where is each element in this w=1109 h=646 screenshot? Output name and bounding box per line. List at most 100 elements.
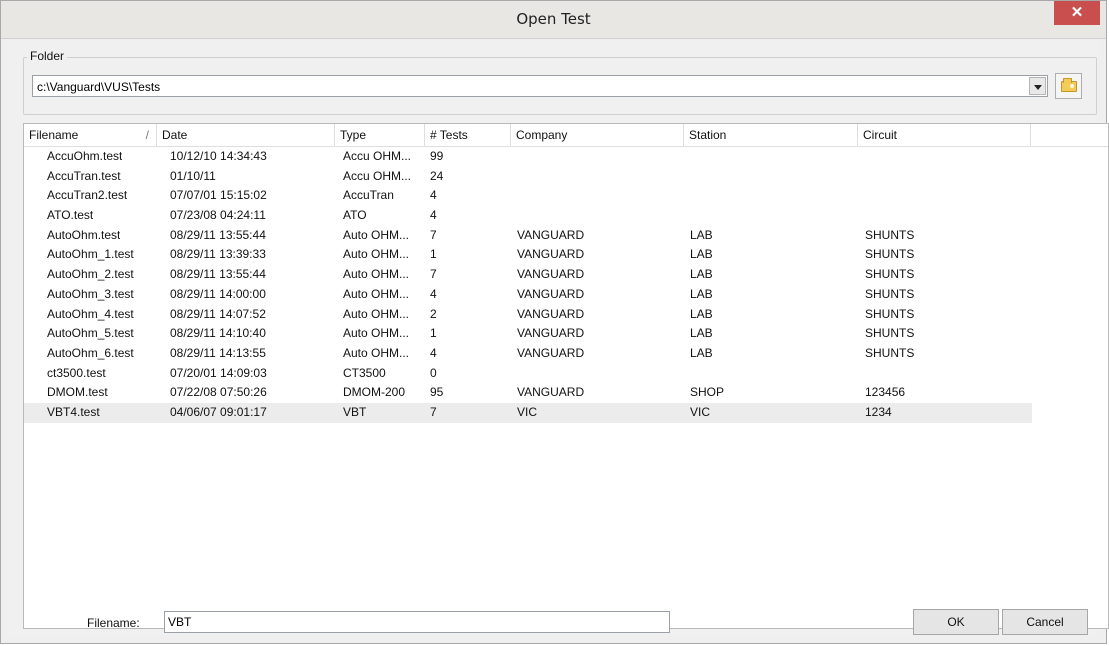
cell-date: 07/22/08 07:50:26: [170, 385, 267, 400]
cell-filename: AutoOhm_5.test: [47, 326, 134, 341]
cell-tests: 7: [430, 267, 437, 282]
cell-date: 08/29/11 13:55:44: [170, 267, 266, 282]
cell-date: 08/29/11 14:13:55: [170, 345, 266, 360]
window-title: Open Test: [516, 10, 591, 28]
cell-company: VIC: [517, 404, 538, 419]
cell-date: 07/20/01 14:09:03: [170, 365, 267, 380]
folder-path-combo[interactable]: c:\Vanguard\VUS\Tests: [32, 75, 1048, 97]
close-button[interactable]: ✕: [1054, 1, 1100, 25]
cell-filename: VBT4.test: [47, 404, 100, 419]
cell-circuit: SHUNTS: [865, 247, 915, 262]
cell-filename: AutoOhm_3.test: [47, 286, 134, 301]
cell-circuit: 1234: [865, 404, 892, 419]
cell-station: LAB: [690, 227, 713, 242]
cell-type: AccuTran: [343, 188, 394, 203]
column-header-filename[interactable]: Filename /: [24, 124, 157, 146]
cell-filename: AutoOhm.test: [47, 227, 121, 242]
browse-folder-button[interactable]: [1055, 73, 1082, 99]
column-header-company[interactable]: Company: [511, 124, 684, 146]
cell-type: Accu OHM...: [343, 168, 412, 183]
cell-filename: ATO.test: [47, 208, 94, 223]
cell-date: 04/06/07 09:01:17: [170, 404, 267, 419]
list-item[interactable]: AutoOhm_5.test 08/29/11 14:10:40 Auto OHM.…: [24, 324, 1108, 344]
cell-tests: 95: [430, 385, 444, 400]
filename-label: Filename:: [87, 616, 140, 630]
cancel-button[interactable]: Cancel: [1002, 609, 1088, 635]
title-bar[interactable]: Open Test ✕: [1, 1, 1106, 39]
cell-type: ATO: [343, 208, 367, 223]
cell-station: VIC: [690, 404, 711, 419]
list-item[interactable]: AutoOhm_6.test 08/29/11 14:13:55 Auto OHM.…: [24, 344, 1108, 364]
cell-circuit: SHUNTS: [865, 286, 915, 301]
column-header-type[interactable]: Type: [335, 124, 425, 146]
cell-tests: 0: [430, 365, 437, 380]
column-header-label: Date: [162, 128, 188, 142]
column-header-date[interactable]: Date: [157, 124, 335, 146]
list-item[interactable]: AccuTran2.test 07/07/01 15:15:02 AccuTran 4: [24, 186, 1108, 206]
cell-type: Accu OHM...: [343, 149, 412, 163]
cell-tests: 4: [430, 286, 437, 301]
cell-tests: 7: [430, 227, 437, 242]
column-header-circuit[interactable]: Circuit: [858, 124, 1031, 146]
cell-station: SHOP: [690, 385, 725, 400]
cell-tests: 4: [430, 345, 437, 360]
cell-type: DMOM-200: [343, 385, 406, 400]
cell-type: Auto OHM...: [343, 267, 410, 282]
list-item[interactable]: AccuTran.test 01/10/11 Accu OHM... 24: [24, 167, 1108, 187]
cell-station: LAB: [690, 306, 713, 321]
chevron-down-icon[interactable]: [1029, 77, 1046, 95]
open-test-dialog: Open Test ✕ c:\Vanguard\VUS\Tests Folder…: [0, 0, 1109, 644]
cell-type: Auto OHM...: [343, 345, 410, 360]
cell-filename: AccuTran.test: [47, 168, 121, 183]
cell-filename: AutoOhm_6.test: [47, 345, 134, 360]
column-header-label: Station: [689, 128, 727, 142]
ok-button[interactable]: OK: [913, 609, 999, 635]
list-item[interactable]: AutoOhm_2.test 08/29/11 13:55:44 Auto OHM.…: [24, 265, 1108, 285]
cell-date: 10/12/10 14:34:43: [170, 149, 267, 163]
cell-circuit: 123456: [865, 385, 906, 400]
filename-input[interactable]: VBT: [164, 611, 670, 633]
cell-date: 07/23/08 04:24:11: [170, 208, 266, 223]
cell-date: 01/10/11: [170, 168, 216, 183]
list-item[interactable]: ct3500.test 07/20/01 14:09:03 CT3500 0: [24, 364, 1108, 384]
cell-date: 08/29/11 13:39:33: [170, 247, 266, 262]
list-item[interactable]: AutoOhm.test 08/29/11 13:55:44 Auto OHM...…: [24, 226, 1108, 246]
cell-type: Auto OHM...: [343, 227, 410, 242]
test-file-list[interactable]: Filename / Date Type # Tests Company Station Ci…: [23, 123, 1109, 629]
cell-station: LAB: [690, 286, 713, 301]
list-item[interactable]: DMOM.test 07/22/08 07:50:26 DMOM-200 95 VANG…: [24, 383, 1108, 403]
cell-company: VANGUARD: [517, 267, 585, 282]
cell-tests: 4: [430, 208, 437, 223]
cell-filename: DMOM.test: [47, 385, 108, 400]
cell-date: 08/29/11 14:00:00: [170, 286, 266, 301]
column-header-label: # Tests: [430, 128, 468, 142]
cell-station: LAB: [690, 267, 713, 282]
folder-icon: [1061, 78, 1077, 92]
list-item[interactable]: ATO.test 07/23/08 04:24:11 ATO 4: [24, 206, 1108, 226]
list-item[interactable]: VBT4.test 04/06/07 09:01:17 VBT 7 VIC VIC 1234: [24, 402, 1032, 423]
cell-station: LAB: [690, 326, 713, 341]
list-item[interactable]: AccuOhm.test 10/12/10 14:34:43 Accu OHM...…: [24, 147, 1108, 167]
folder-group: c:\Vanguard\VUS\Tests: [23, 57, 1097, 115]
cell-station: LAB: [690, 247, 713, 262]
list-item[interactable]: AutoOhm_4.test 08/29/11 14:07:52 Auto OHM.…: [24, 305, 1108, 325]
cell-type: Auto OHM...: [343, 326, 410, 341]
cell-tests: 4: [430, 188, 437, 203]
list-item[interactable]: AutoOhm_3.test 08/29/11 14:00:00 Auto OHM.…: [24, 285, 1108, 305]
cell-type: Auto OHM...: [343, 247, 410, 262]
cell-filename: AccuOhm.test: [47, 149, 123, 163]
cell-company: VANGUARD: [517, 227, 585, 242]
cell-type: VBT: [343, 404, 367, 419]
list-item[interactable]: AutoOhm_1.test 08/29/11 13:39:33 Auto OHM.…: [24, 245, 1108, 265]
column-header-tests[interactable]: # Tests: [425, 124, 511, 146]
cell-tests: 7: [430, 404, 437, 419]
cell-circuit: SHUNTS: [865, 326, 915, 341]
cell-filename: AutoOhm_1.test: [47, 247, 134, 262]
sort-indicator-icon: /: [145, 128, 149, 142]
cell-company: VANGUARD: [517, 306, 585, 321]
cell-tests: 2: [430, 306, 437, 321]
column-header-station[interactable]: Station: [684, 124, 858, 146]
column-header-label: Type: [340, 128, 367, 142]
cell-type: CT3500: [343, 365, 386, 380]
cell-filename: AutoOhm_2.test: [47, 267, 134, 282]
